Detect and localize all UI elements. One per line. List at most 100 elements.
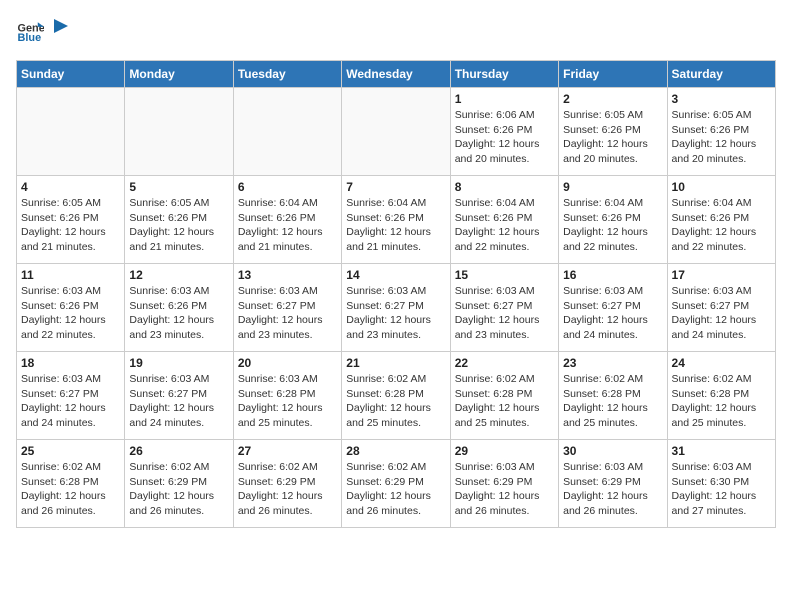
day-number: 10 [672, 180, 771, 194]
logo-flag-icon [50, 17, 72, 39]
day-number: 28 [346, 444, 445, 458]
day-number: 27 [238, 444, 337, 458]
week-row-1: 1Sunrise: 6:06 AM Sunset: 6:26 PM Daylig… [17, 88, 776, 176]
day-info: Sunrise: 6:02 AM Sunset: 6:28 PM Dayligh… [21, 460, 120, 519]
calendar-cell: 3 Sunrise: 6:05 AM Sunset: 6:26 PM Daylig… [667, 88, 775, 176]
svg-text:Blue: Blue [18, 32, 42, 44]
day-info: Sunrise: 6:03 AM Sunset: 6:27 PM Dayligh… [238, 284, 337, 343]
week-row-2: 4Sunrise: 6:05 AM Sunset: 6:26 PM Daylig… [17, 176, 776, 264]
day-info: Sunrise: 6:04 AM Sunset: 6:26 PM Dayligh… [346, 196, 445, 255]
day-info: Sunrise: 6:02 AM Sunset: 6:28 PM Dayligh… [346, 372, 445, 431]
day-number: 12 [129, 268, 228, 282]
week-row-5: 25 Sunrise: 6:02 AM Sunset: 6:28 PM Dayli… [17, 440, 776, 528]
calendar-cell: 2 Sunrise: 6:05 AM Sunset: 6:26 PM Daylig… [559, 88, 667, 176]
day-header-wednesday: Wednesday [342, 61, 450, 88]
day-number: 3 [672, 92, 771, 106]
day-info: Sunrise: 6:03 AM Sunset: 6:30 PM Dayligh… [672, 460, 771, 519]
day-number: 19 [129, 356, 228, 370]
day-info: Sunrise: 6:03 AM Sunset: 6:29 PM Dayligh… [455, 460, 554, 519]
day-info: Sunrise: 6:03 AM Sunset: 6:27 PM Dayligh… [129, 372, 228, 431]
day-number: 13 [238, 268, 337, 282]
calendar-cell: 22 Sunrise: 6:02 AM Sunset: 6:28 PM Dayli… [450, 352, 558, 440]
calendar-cell: 11 Sunrise: 6:03 AM Sunset: 6:26 PM Dayli… [17, 264, 125, 352]
day-header-monday: Monday [125, 61, 233, 88]
calendar-cell: 25 Sunrise: 6:02 AM Sunset: 6:28 PM Dayli… [17, 440, 125, 528]
calendar-cell: 6 Sunrise: 6:04 AM Sunset: 6:26 PM Daylig… [233, 176, 341, 264]
day-header-sunday: Sunday [17, 61, 125, 88]
calendar-cell [17, 88, 125, 176]
calendar-cell: 8Sunrise: 6:04 AM Sunset: 6:26 PM Daylig… [450, 176, 558, 264]
day-number: 30 [563, 444, 662, 458]
day-info: Sunrise: 6:02 AM Sunset: 6:28 PM Dayligh… [455, 372, 554, 431]
day-info: Sunrise: 6:03 AM Sunset: 6:27 PM Dayligh… [455, 284, 554, 343]
day-info: Sunrise: 6:03 AM Sunset: 6:28 PM Dayligh… [238, 372, 337, 431]
day-number: 16 [563, 268, 662, 282]
day-info: Sunrise: 6:03 AM Sunset: 6:27 PM Dayligh… [346, 284, 445, 343]
day-info: Sunrise: 6:03 AM Sunset: 6:27 PM Dayligh… [563, 284, 662, 343]
day-info: Sunrise: 6:06 AM Sunset: 6:26 PM Dayligh… [455, 108, 554, 167]
calendar-cell: 30 Sunrise: 6:03 AM Sunset: 6:29 PM Dayli… [559, 440, 667, 528]
day-info: Sunrise: 6:02 AM Sunset: 6:28 PM Dayligh… [563, 372, 662, 431]
day-info: Sunrise: 6:04 AM Sunset: 6:26 PM Dayligh… [672, 196, 771, 255]
day-info: Sunrise: 6:04 AM Sunset: 6:26 PM Dayligh… [238, 196, 337, 255]
calendar-cell: 31 Sunrise: 6:03 AM Sunset: 6:30 PM Dayli… [667, 440, 775, 528]
day-number: 21 [346, 356, 445, 370]
day-number: 6 [238, 180, 337, 194]
calendar-cell: 12 Sunrise: 6:03 AM Sunset: 6:26 PM Dayli… [125, 264, 233, 352]
day-info: Sunrise: 6:03 AM Sunset: 6:27 PM Dayligh… [21, 372, 120, 431]
day-info: Sunrise: 6:05 AM Sunset: 6:26 PM Dayligh… [563, 108, 662, 167]
week-row-4: 18 Sunrise: 6:03 AM Sunset: 6:27 PM Dayli… [17, 352, 776, 440]
calendar-cell [233, 88, 341, 176]
day-info: Sunrise: 6:03 AM Sunset: 6:26 PM Dayligh… [129, 284, 228, 343]
calendar-cell: 13 Sunrise: 6:03 AM Sunset: 6:27 PM Dayli… [233, 264, 341, 352]
day-info: Sunrise: 6:05 AM Sunset: 6:26 PM Dayligh… [129, 196, 228, 255]
calendar-cell: 21 Sunrise: 6:02 AM Sunset: 6:28 PM Dayli… [342, 352, 450, 440]
day-info: Sunrise: 6:03 AM Sunset: 6:29 PM Dayligh… [563, 460, 662, 519]
day-number: 17 [672, 268, 771, 282]
calendar-cell: 17Sunrise: 6:03 AM Sunset: 6:27 PM Dayli… [667, 264, 775, 352]
day-number: 14 [346, 268, 445, 282]
calendar-cell: 10 Sunrise: 6:04 AM Sunset: 6:26 PM Dayli… [667, 176, 775, 264]
calendar-cell: 19 Sunrise: 6:03 AM Sunset: 6:27 PM Dayli… [125, 352, 233, 440]
calendar-cell: 5 Sunrise: 6:05 AM Sunset: 6:26 PM Daylig… [125, 176, 233, 264]
day-info: Sunrise: 6:05 AM Sunset: 6:26 PM Dayligh… [21, 196, 120, 255]
week-row-3: 11 Sunrise: 6:03 AM Sunset: 6:26 PM Dayli… [17, 264, 776, 352]
day-info: Sunrise: 6:02 AM Sunset: 6:29 PM Dayligh… [129, 460, 228, 519]
day-number: 11 [21, 268, 120, 282]
day-number: 8 [455, 180, 554, 194]
calendar-cell: 9Sunrise: 6:04 AM Sunset: 6:26 PM Daylig… [559, 176, 667, 264]
day-number: 20 [238, 356, 337, 370]
calendar-body: 1Sunrise: 6:06 AM Sunset: 6:26 PM Daylig… [17, 88, 776, 528]
day-number: 7 [346, 180, 445, 194]
page-header: General Blue [16, 16, 776, 44]
calendar-cell [342, 88, 450, 176]
day-info: Sunrise: 6:02 AM Sunset: 6:29 PM Dayligh… [238, 460, 337, 519]
calendar-table: SundayMondayTuesdayWednesdayThursdayFrid… [16, 60, 776, 528]
day-number: 15 [455, 268, 554, 282]
day-header-saturday: Saturday [667, 61, 775, 88]
calendar-cell: 16 Sunrise: 6:03 AM Sunset: 6:27 PM Dayli… [559, 264, 667, 352]
calendar-cell: 28Sunrise: 6:02 AM Sunset: 6:29 PM Dayli… [342, 440, 450, 528]
day-info: Sunrise: 6:05 AM Sunset: 6:26 PM Dayligh… [672, 108, 771, 167]
day-number: 9 [563, 180, 662, 194]
day-number: 2 [563, 92, 662, 106]
day-number: 18 [21, 356, 120, 370]
day-number: 22 [455, 356, 554, 370]
day-number: 25 [21, 444, 120, 458]
day-info: Sunrise: 6:03 AM Sunset: 6:26 PM Dayligh… [21, 284, 120, 343]
day-number: 5 [129, 180, 228, 194]
day-info: Sunrise: 6:02 AM Sunset: 6:28 PM Dayligh… [672, 372, 771, 431]
calendar-cell [125, 88, 233, 176]
calendar-cell: 1Sunrise: 6:06 AM Sunset: 6:26 PM Daylig… [450, 88, 558, 176]
calendar-cell: 29 Sunrise: 6:03 AM Sunset: 6:29 PM Dayli… [450, 440, 558, 528]
calendar-header-row: SundayMondayTuesdayWednesdayThursdayFrid… [17, 61, 776, 88]
day-number: 29 [455, 444, 554, 458]
day-number: 26 [129, 444, 228, 458]
calendar-cell: 20 Sunrise: 6:03 AM Sunset: 6:28 PM Dayli… [233, 352, 341, 440]
day-header-tuesday: Tuesday [233, 61, 341, 88]
day-number: 31 [672, 444, 771, 458]
calendar-cell: 14 Sunrise: 6:03 AM Sunset: 6:27 PM Dayli… [342, 264, 450, 352]
day-header-thursday: Thursday [450, 61, 558, 88]
calendar-cell: 7 Sunrise: 6:04 AM Sunset: 6:26 PM Daylig… [342, 176, 450, 264]
day-number: 24 [672, 356, 771, 370]
